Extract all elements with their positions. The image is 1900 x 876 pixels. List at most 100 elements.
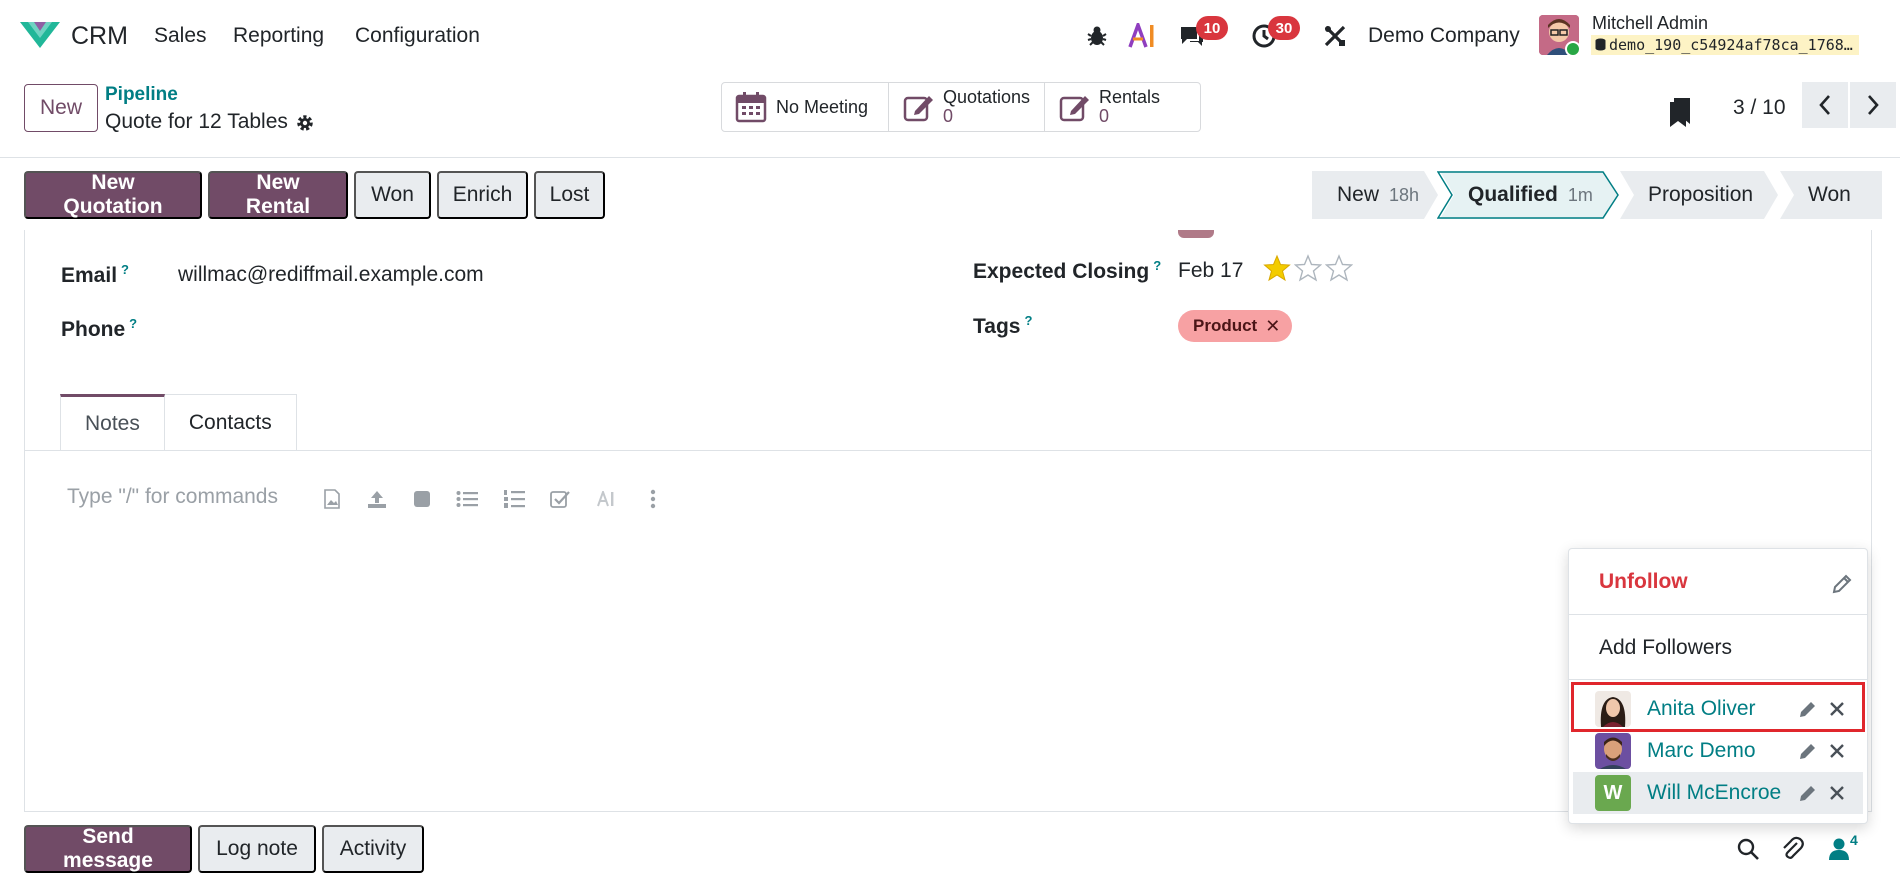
messages-badge: 10 xyxy=(1196,16,1228,40)
new-rental-button[interactable]: New Rental xyxy=(208,171,348,219)
pencil-icon[interactable] xyxy=(1831,573,1853,595)
phone-field[interactable] xyxy=(178,316,878,340)
more-options-icon[interactable] xyxy=(642,488,664,510)
top-navbar: CRM Sales Reporting Configuration 10 30 … xyxy=(0,0,1900,72)
follower-item-will-mcencroe[interactable]: W Will McEncroe xyxy=(1573,772,1863,814)
chevron-left-icon xyxy=(1819,95,1830,115)
phone-label-text: Phone xyxy=(61,318,126,341)
expected-closing-field[interactable]: Feb 17 xyxy=(1178,259,1243,283)
breadcrumb-pipeline[interactable]: Pipeline xyxy=(105,84,178,106)
priority-star-empty-icon[interactable] xyxy=(1325,254,1353,282)
tag-product[interactable]: Product ✕ xyxy=(1178,310,1293,342)
smart-buttons: No Meeting Quotations 0 Rentals 0 xyxy=(721,82,1201,132)
tabs-divider xyxy=(24,450,1872,451)
menu-sales[interactable]: Sales xyxy=(154,24,207,48)
checklist-icon[interactable] xyxy=(549,488,571,510)
database-name: demo_190_c54924af78ca_1768… xyxy=(1591,35,1859,55)
search-icon[interactable] xyxy=(1735,836,1761,862)
edit-icon xyxy=(1057,90,1091,124)
avatar xyxy=(1595,733,1631,769)
pager-next-button[interactable] xyxy=(1850,82,1896,128)
gear-icon[interactable] xyxy=(294,112,316,134)
stage-won[interactable]: Won xyxy=(1780,171,1882,219)
log-note-button[interactable]: Log note xyxy=(198,825,316,873)
close-icon[interactable] xyxy=(1827,699,1847,719)
odoo-app-logo-icon[interactable] xyxy=(20,18,60,52)
quotations-label: Quotations xyxy=(943,87,1031,107)
notes-editor-placeholder[interactable]: Type "/" for commands xyxy=(67,485,278,509)
help-tooltip-icon[interactable]: ? xyxy=(1153,258,1161,273)
rentals-smart-button[interactable]: Rentals 0 xyxy=(1045,83,1200,131)
tools-icon[interactable] xyxy=(1321,22,1349,50)
tag-remove-icon[interactable]: ✕ xyxy=(1265,316,1280,337)
ai-icon[interactable] xyxy=(1128,22,1156,50)
help-tooltip-icon[interactable]: ? xyxy=(129,316,137,331)
send-message-button[interactable]: Send message xyxy=(24,825,192,873)
tab-contacts[interactable]: Contacts xyxy=(164,394,297,450)
help-tooltip-icon[interactable]: ? xyxy=(121,262,129,277)
close-icon[interactable] xyxy=(1827,741,1847,761)
email-label-text: Email xyxy=(61,264,118,287)
stage-proposition[interactable]: Proposition xyxy=(1620,171,1778,219)
paperclip-icon[interactable] xyxy=(1779,836,1805,862)
bullet-list-icon[interactable] xyxy=(456,488,478,510)
pager-value[interactable]: 3 / 10 xyxy=(1733,96,1786,120)
pencil-icon[interactable] xyxy=(1798,783,1818,803)
ai-tool-icon[interactable] xyxy=(596,488,618,510)
priority-star-empty-icon[interactable] xyxy=(1294,254,1322,282)
lost-button[interactable]: Lost xyxy=(534,171,605,219)
phone-label: Phone? xyxy=(61,316,137,342)
followers-icon[interactable] xyxy=(1826,836,1852,862)
user-name[interactable]: Mitchell Admin xyxy=(1592,13,1708,34)
add-followers-button[interactable]: Add Followers xyxy=(1599,636,1732,660)
company-switcher[interactable]: Demo Company xyxy=(1368,24,1520,48)
calendar-icon xyxy=(734,90,768,124)
dropdown-divider xyxy=(1569,679,1867,680)
follower-item-marc-demo[interactable]: Marc Demo xyxy=(1573,730,1863,772)
menu-configuration[interactable]: Configuration xyxy=(355,24,480,48)
stage-qualified[interactable]: Qualified 1m xyxy=(1440,171,1618,219)
upload-icon[interactable] xyxy=(366,488,388,510)
activity-button[interactable]: Activity xyxy=(322,825,424,873)
database-name-text: demo_190_c54924af78ca_1768… xyxy=(1609,36,1853,54)
dropdown-divider xyxy=(1569,614,1867,615)
tab-notes[interactable]: Notes xyxy=(60,394,165,450)
pencil-icon[interactable] xyxy=(1798,741,1818,761)
stage-new[interactable]: New 18h xyxy=(1312,171,1438,219)
priority-star-filled-icon[interactable] xyxy=(1263,254,1291,282)
follower-name[interactable]: Will McEncroe xyxy=(1647,781,1781,805)
statusbar: New Quotation New Rental Won Enrich Lost… xyxy=(0,158,1900,230)
new-quotation-button[interactable]: New Quotation xyxy=(24,171,202,219)
won-button[interactable]: Won xyxy=(354,171,431,219)
partially-hidden-avatar xyxy=(1178,230,1214,238)
numbered-list-icon[interactable] xyxy=(503,488,525,510)
app-name[interactable]: CRM xyxy=(71,22,128,51)
meeting-label: No Meeting xyxy=(776,96,869,117)
bug-icon[interactable] xyxy=(1083,22,1111,50)
tags-label: Tags? xyxy=(973,313,1032,339)
email-field[interactable]: willmac@rediffmail.example.com xyxy=(178,263,484,287)
bookmark-icon[interactable] xyxy=(1668,96,1694,128)
help-tooltip-icon[interactable]: ? xyxy=(1024,313,1032,328)
pipeline-stages: New 18h Qualified 1m Proposition Won xyxy=(1312,171,1884,219)
unfollow-button[interactable]: Unfollow xyxy=(1599,570,1688,594)
pencil-icon[interactable] xyxy=(1798,699,1818,719)
activities-badge: 30 xyxy=(1268,16,1300,40)
meeting-smart-button[interactable]: No Meeting xyxy=(722,83,889,131)
image-icon[interactable] xyxy=(321,488,343,510)
close-icon[interactable] xyxy=(1827,783,1847,803)
menu-reporting[interactable]: Reporting xyxy=(233,24,324,48)
new-record-button[interactable]: New xyxy=(24,84,98,132)
block-icon[interactable] xyxy=(411,488,433,510)
expected-closing-label: Expected Closing? xyxy=(973,258,1161,284)
stage-won-label: Won xyxy=(1808,183,1851,206)
enrich-button[interactable]: Enrich xyxy=(437,171,528,219)
database-icon xyxy=(1595,38,1606,51)
follower-name[interactable]: Marc Demo xyxy=(1647,739,1756,763)
pager-previous-button[interactable] xyxy=(1802,82,1848,128)
follower-name[interactable]: Anita Oliver xyxy=(1647,697,1756,721)
quotations-smart-button[interactable]: Quotations 0 xyxy=(889,83,1045,131)
followers-dropdown: Unfollow Add Followers Anita Oliver Marc… xyxy=(1568,548,1868,824)
follower-item-anita-oliver[interactable]: Anita Oliver xyxy=(1573,688,1863,730)
online-status-icon xyxy=(1565,41,1581,57)
